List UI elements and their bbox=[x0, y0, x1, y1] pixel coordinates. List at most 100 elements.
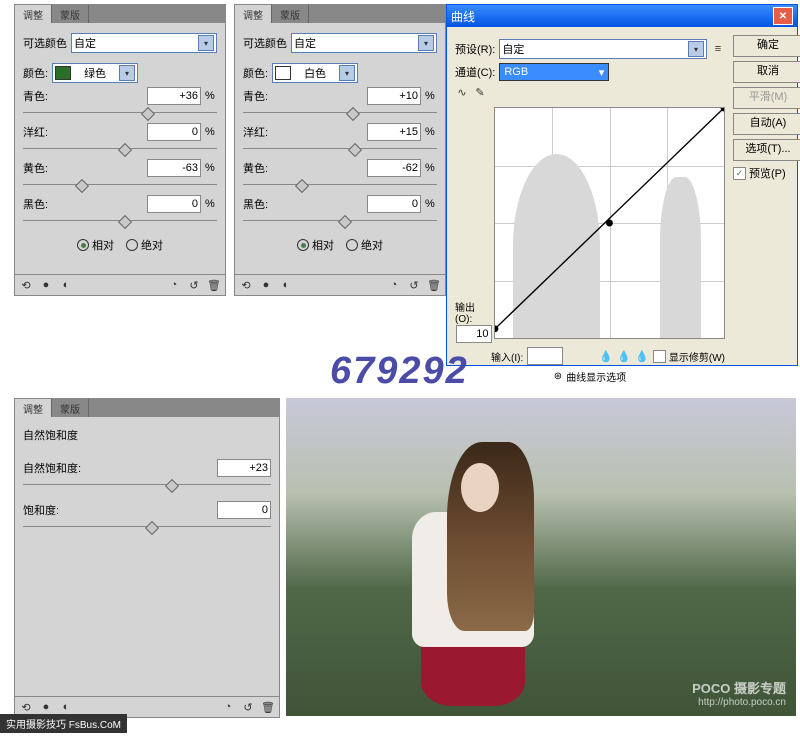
slider-magenta: 洋红:% bbox=[23, 123, 217, 153]
absolute-radio[interactable]: 绝对 bbox=[126, 237, 163, 253]
ok-button[interactable]: 确定 bbox=[733, 35, 800, 57]
output-label: 输出(O): bbox=[455, 299, 492, 325]
preset-dropdown[interactable]: 自定▾ bbox=[499, 39, 707, 59]
show-clipping-checkbox[interactable]: 显示修剪(W) bbox=[653, 349, 725, 364]
channel-label: 通道(C): bbox=[455, 64, 495, 80]
trash-icon[interactable]: 🗑 bbox=[261, 700, 275, 714]
trash-icon[interactable]: 🗑 bbox=[427, 278, 441, 292]
magenta-slider[interactable] bbox=[243, 145, 437, 153]
color-label: 颜色: bbox=[23, 65, 48, 81]
chevron-down-icon: ▾ bbox=[599, 66, 605, 79]
view-icon[interactable]: ◐ bbox=[279, 278, 293, 292]
reset-icon[interactable]: ↺ bbox=[407, 278, 421, 292]
input-input[interactable] bbox=[527, 347, 563, 365]
clip-icon[interactable]: ◔ bbox=[167, 278, 181, 292]
eye-icon[interactable]: ● bbox=[39, 700, 53, 714]
yellow-slider[interactable] bbox=[23, 181, 217, 189]
saturation-slider[interactable] bbox=[23, 523, 271, 531]
clip-icon[interactable]: ◔ bbox=[387, 278, 401, 292]
relative-radio[interactable]: 相对 bbox=[77, 237, 114, 253]
magenta-input[interactable] bbox=[367, 123, 421, 141]
magenta-input[interactable] bbox=[147, 123, 201, 141]
selective-color-panel-1: 调整 蒙版 可选颜色 自定▾ 颜色: 绿色 ▾ 青色:% 洋红:% 黄色:% bbox=[14, 4, 226, 296]
black-input[interactable] bbox=[367, 195, 421, 213]
cyan-input[interactable] bbox=[147, 87, 201, 105]
black-input[interactable] bbox=[147, 195, 201, 213]
magenta-slider[interactable] bbox=[23, 145, 217, 153]
dialog-titlebar[interactable]: 曲线 ✕ bbox=[447, 5, 797, 27]
zoom-icon[interactable]: ⟲ bbox=[19, 278, 33, 292]
black-eyedropper-icon[interactable]: 💧 bbox=[599, 349, 613, 363]
cyan-slider[interactable] bbox=[23, 109, 217, 117]
chevron-down-icon: ▾ bbox=[418, 35, 434, 51]
footer-credit: 实用摄影技巧 FsBus.CoM bbox=[0, 714, 127, 733]
white-eyedropper-icon[interactable]: 💧 bbox=[635, 349, 649, 363]
zoom-icon[interactable]: ⟲ bbox=[239, 278, 253, 292]
preset-dropdown[interactable]: 自定▾ bbox=[291, 33, 437, 53]
selective-color-panel-2: 调整 蒙版 可选颜色 自定▾ 颜色: 白色 ▾ 青色:% 洋红:% 黄色:% 黑… bbox=[234, 4, 446, 296]
saturation-label: 饱和度: bbox=[23, 502, 59, 518]
preview-checkbox[interactable]: ✓预览(P) bbox=[733, 165, 800, 181]
tab-adjust[interactable]: 调整 bbox=[15, 399, 52, 417]
show-options-label[interactable]: 曲线显示选项 bbox=[566, 369, 626, 384]
close-icon[interactable]: ✕ bbox=[773, 7, 793, 25]
input-label: 输入(I): bbox=[491, 349, 523, 364]
black-slider[interactable] bbox=[243, 217, 437, 225]
vibrance-input[interactable] bbox=[217, 459, 271, 477]
output-input[interactable] bbox=[456, 325, 492, 343]
photo-watermark: POCO 摄影专题 http://photo.poco.cn bbox=[692, 678, 786, 708]
yellow-input[interactable] bbox=[147, 159, 201, 177]
color-dropdown[interactable]: 绿色 ▾ bbox=[52, 63, 138, 83]
clip-icon[interactable]: ◔ bbox=[221, 700, 235, 714]
preset-dropdown[interactable]: 自定▾ bbox=[71, 33, 217, 53]
slider-cyan: 青色:% bbox=[23, 87, 217, 117]
yellow-input[interactable] bbox=[367, 159, 421, 177]
watermark-number: 679292 bbox=[330, 350, 469, 393]
reset-icon[interactable]: ↺ bbox=[241, 700, 255, 714]
curves-graph[interactable] bbox=[494, 107, 725, 339]
panel-tabs: 调整 蒙版 bbox=[15, 5, 225, 23]
gray-eyedropper-icon[interactable]: 💧 bbox=[617, 349, 631, 363]
view-icon[interactable]: ◐ bbox=[59, 700, 73, 714]
slider-yellow: 黄色:% bbox=[23, 159, 217, 189]
tab-mask[interactable]: 蒙版 bbox=[52, 399, 89, 417]
dialog-buttons: 确定 取消 平滑(M) 自动(A) 选项(T)... ✓预览(P) bbox=[733, 35, 800, 388]
black-slider[interactable] bbox=[23, 217, 217, 225]
saturation-input[interactable] bbox=[217, 501, 271, 519]
panel-title: 可选颜色 bbox=[243, 35, 287, 51]
eye-icon[interactable]: ● bbox=[259, 278, 273, 292]
pencil-tool-icon[interactable]: ✎ bbox=[473, 85, 487, 99]
tab-adjust[interactable]: 调整 bbox=[15, 5, 52, 23]
relative-radio[interactable]: 相对 bbox=[297, 237, 334, 253]
vibrance-label: 自然饱和度: bbox=[23, 460, 81, 476]
yellow-slider[interactable] bbox=[243, 181, 437, 189]
chevron-down-icon: ▾ bbox=[198, 35, 214, 51]
chevron-down-icon: ▾ bbox=[688, 41, 704, 57]
preset-label: 预设(R): bbox=[455, 41, 495, 57]
smooth-button[interactable]: 平滑(M) bbox=[733, 87, 800, 109]
trash-icon[interactable]: 🗑 bbox=[207, 278, 221, 292]
expand-icon[interactable]: ⊛ bbox=[554, 371, 562, 382]
panel-tabs: 调整 蒙版 bbox=[15, 399, 279, 417]
vibrance-panel: 调整 蒙版 自然饱和度 自然饱和度: 饱和度: ⟲ ● ◐ ◔ ↺ 🗑 bbox=[14, 398, 280, 718]
zoom-icon[interactable]: ⟲ bbox=[19, 700, 33, 714]
eye-icon[interactable]: ● bbox=[39, 278, 53, 292]
auto-button[interactable]: 自动(A) bbox=[733, 113, 800, 135]
tab-mask[interactable]: 蒙版 bbox=[272, 5, 309, 23]
color-dropdown[interactable]: 白色 ▾ bbox=[272, 63, 358, 83]
color-swatch bbox=[275, 66, 291, 80]
view-icon[interactable]: ◐ bbox=[59, 278, 73, 292]
absolute-radio[interactable]: 绝对 bbox=[346, 237, 383, 253]
cancel-button[interactable]: 取消 bbox=[733, 61, 800, 83]
tab-adjust[interactable]: 调整 bbox=[235, 5, 272, 23]
dialog-title-text: 曲线 bbox=[451, 8, 475, 25]
cyan-input[interactable] bbox=[367, 87, 421, 105]
options-button[interactable]: 选项(T)... bbox=[733, 139, 800, 161]
menu-icon[interactable]: ≡ bbox=[711, 42, 725, 56]
channel-dropdown[interactable]: RGB▾ bbox=[499, 63, 609, 81]
curve-tool-icon[interactable]: ∿ bbox=[455, 85, 469, 99]
reset-icon[interactable]: ↺ bbox=[187, 278, 201, 292]
vibrance-slider[interactable] bbox=[23, 481, 271, 489]
tab-mask[interactable]: 蒙版 bbox=[52, 5, 89, 23]
cyan-slider[interactable] bbox=[243, 109, 437, 117]
